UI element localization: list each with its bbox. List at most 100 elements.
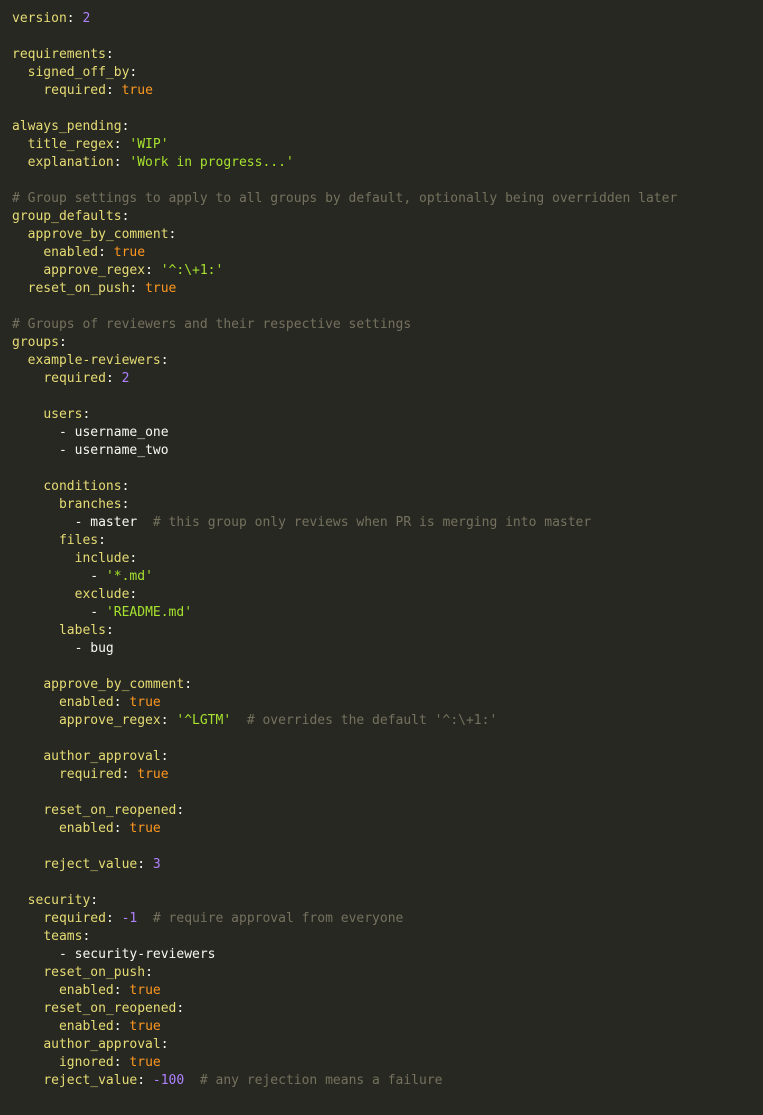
code-line[interactable]: reject_value: 3 xyxy=(12,856,763,874)
code-line[interactable]: approve_regex: '^:\+1:' xyxy=(12,262,763,280)
code-line[interactable] xyxy=(12,874,763,892)
code-line[interactable]: users: xyxy=(12,406,763,424)
yaml-key: files xyxy=(58,533,99,548)
yaml-colon: : xyxy=(160,353,169,368)
code-line[interactable]: version: 2 xyxy=(12,10,763,28)
code-line[interactable]: enabled: true xyxy=(12,694,763,712)
yaml-colon: : xyxy=(145,263,153,278)
code-line[interactable]: # Groups of reviewers and their respecti… xyxy=(12,316,763,334)
yaml-key: reject_value xyxy=(43,1073,138,1088)
yaml-colon: : xyxy=(145,965,153,980)
code-line[interactable]: reset_on_push: xyxy=(12,964,763,982)
code-line[interactable] xyxy=(12,100,763,118)
code-line[interactable]: explanation: 'Work in progress...' xyxy=(12,154,763,172)
code-line[interactable]: enabled: true xyxy=(12,244,763,262)
code-line[interactable]: conditions: xyxy=(12,478,763,496)
yaml-colon: : xyxy=(113,821,122,836)
code-line[interactable] xyxy=(12,784,763,802)
code-line[interactable]: author_approval: xyxy=(12,1036,763,1054)
yaml-key: explanation xyxy=(27,155,114,170)
code-line[interactable]: enabled: true xyxy=(12,1018,763,1036)
code-line[interactable]: reset_on_reopened: xyxy=(12,1000,763,1018)
code-line[interactable]: group_defaults: xyxy=(12,208,763,226)
code-line[interactable]: required: -1 # require approval from eve… xyxy=(12,910,763,928)
code-line[interactable]: reject_value: -100 # any rejection means… xyxy=(12,1072,763,1090)
yaml-colon: : xyxy=(129,65,138,80)
yaml-key: author_approval xyxy=(43,1037,161,1052)
code-line[interactable] xyxy=(12,460,763,478)
code-line[interactable]: ignored: true xyxy=(12,1054,763,1072)
yaml-key: required xyxy=(58,767,122,782)
yaml-colon: : xyxy=(129,551,138,566)
yaml-comment: # Groups of reviewers and their respecti… xyxy=(12,317,412,332)
yaml-colon: : xyxy=(129,587,138,602)
yaml-colon: : xyxy=(98,533,106,548)
code-line[interactable]: approve_by_comment: xyxy=(12,226,763,244)
code-editor[interactable]: version: 2 requirements: signed_off_by: r… xyxy=(0,0,763,1115)
yaml-list-item: master xyxy=(90,515,138,530)
code-line[interactable] xyxy=(12,28,763,46)
code-line[interactable]: - security-reviewers xyxy=(12,946,763,964)
code-line[interactable]: security: xyxy=(12,892,763,910)
yaml-value: '^:\+1:' xyxy=(160,263,224,278)
code-line[interactable] xyxy=(12,658,763,676)
code-line[interactable] xyxy=(12,388,763,406)
code-line[interactable]: required: 2 xyxy=(12,370,763,388)
code-line[interactable]: exclude: xyxy=(12,586,763,604)
code-line[interactable]: requirements: xyxy=(12,46,763,64)
yaml-colon: : xyxy=(113,155,122,170)
code-line[interactable]: - 'README.md' xyxy=(12,604,763,622)
yaml-colon: : xyxy=(98,245,106,260)
yaml-value: true xyxy=(129,1019,161,1034)
yaml-colon: : xyxy=(160,749,169,764)
yaml-colon: : xyxy=(129,281,138,296)
code-line[interactable]: - master # this group only reviews when … xyxy=(12,514,763,532)
yaml-value: -100 xyxy=(152,1073,185,1088)
code-line[interactable] xyxy=(12,298,763,316)
yaml-key: labels xyxy=(58,623,106,638)
yaml-key: branches xyxy=(58,497,122,512)
code-line[interactable] xyxy=(12,838,763,856)
yaml-comment: # Group settings to apply to all groups … xyxy=(12,191,678,206)
code-line[interactable]: reset_on_reopened: xyxy=(12,802,763,820)
code-line[interactable]: - '*.md' xyxy=(12,568,763,586)
code-line[interactable]: teams: xyxy=(12,928,763,946)
code-line[interactable]: author_approval: xyxy=(12,748,763,766)
yaml-list-item: '*.md' xyxy=(105,569,153,584)
code-line[interactable]: enabled: true xyxy=(12,820,763,838)
code-line[interactable]: include: xyxy=(12,550,763,568)
code-line[interactable]: example-reviewers: xyxy=(12,352,763,370)
code-line[interactable]: reset_on_push: true xyxy=(12,280,763,298)
yaml-code-view[interactable]: version: 2 requirements: signed_off_by: r… xyxy=(0,10,763,1090)
code-line[interactable]: title_regex: 'WIP' xyxy=(12,136,763,154)
code-line[interactable]: - bug xyxy=(12,640,763,658)
code-line[interactable]: always_pending: xyxy=(12,118,763,136)
code-line[interactable]: - username_two xyxy=(12,442,763,460)
yaml-list-dash: - xyxy=(58,443,75,458)
code-line[interactable]: enabled: true xyxy=(12,982,763,1000)
yaml-key: author_approval xyxy=(43,749,161,764)
yaml-colon: : xyxy=(113,695,122,710)
yaml-colon: : xyxy=(105,911,114,926)
code-line[interactable]: # Group settings to apply to all groups … xyxy=(12,190,763,208)
yaml-key: reset_on_reopened xyxy=(43,1001,177,1016)
yaml-colon: : xyxy=(105,623,114,638)
code-line[interactable]: - username_one xyxy=(12,424,763,442)
code-line[interactable]: approve_regex: '^LGTM' # overrides the d… xyxy=(12,712,763,730)
yaml-key: conditions xyxy=(43,479,122,494)
code-line[interactable]: files: xyxy=(12,532,763,550)
code-line[interactable]: branches: xyxy=(12,496,763,514)
code-line[interactable] xyxy=(12,730,763,748)
yaml-inline-comment: # any rejection means a failure xyxy=(184,1073,443,1088)
yaml-value: 'WIP' xyxy=(129,137,169,152)
code-line[interactable]: required: true xyxy=(12,766,763,784)
code-line[interactable] xyxy=(12,172,763,190)
code-line[interactable]: required: true xyxy=(12,82,763,100)
code-line[interactable]: groups: xyxy=(12,334,763,352)
yaml-colon: : xyxy=(121,119,130,134)
code-line[interactable]: approve_by_comment: xyxy=(12,676,763,694)
code-line[interactable]: signed_off_by: xyxy=(12,64,763,82)
code-line[interactable]: labels: xyxy=(12,622,763,640)
yaml-value: true xyxy=(129,821,161,836)
yaml-key: always_pending xyxy=(12,119,122,134)
